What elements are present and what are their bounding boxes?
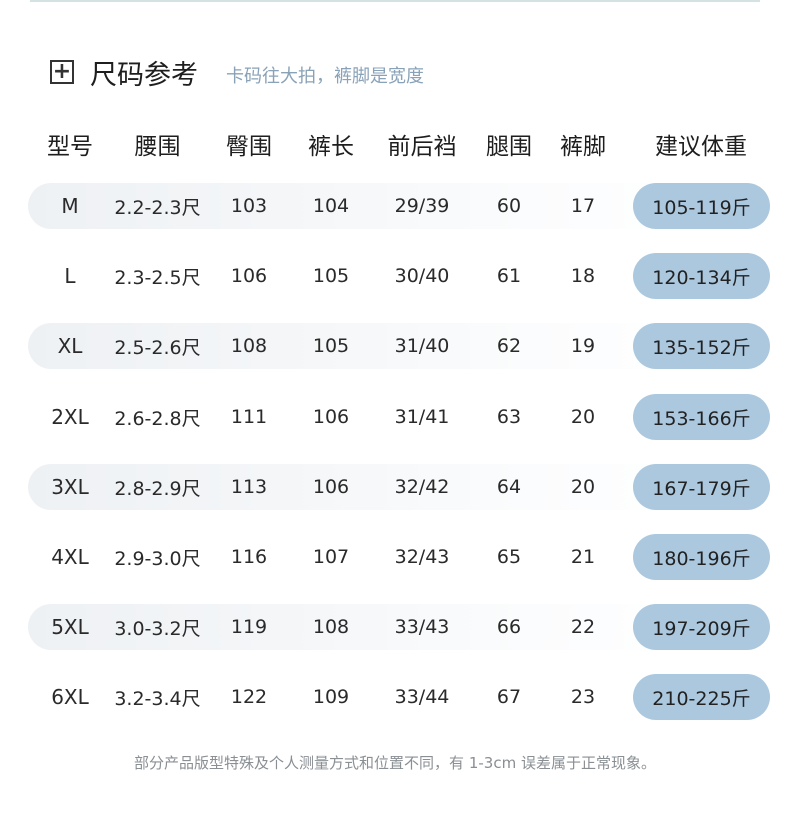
cell-waist: 2.3-2.5尺	[114, 266, 201, 289]
cell-waist: 2.6-2.8尺	[114, 407, 201, 430]
cell-waist: 2.9-3.0尺	[114, 547, 201, 570]
cell-weight-pill: 167-179斤	[633, 464, 770, 510]
column-header-hip: 臀围	[226, 134, 272, 160]
table-row: 4XL 2.9-3.0尺 116 107 32/43 65 21 180-196斤	[0, 534, 790, 580]
cell-thigh: 61	[496, 265, 522, 287]
cell-size: M	[61, 194, 79, 218]
cell-waist: 3.0-3.2尺	[114, 617, 201, 640]
cell-hem: 19	[570, 335, 596, 357]
column-header-length: 裤长	[308, 134, 354, 160]
cell-hip: 113	[230, 476, 268, 498]
cell-weight-pill: 180-196斤	[633, 534, 770, 580]
cell-thigh: 66	[496, 616, 522, 638]
cell-size: 6XL	[51, 685, 89, 709]
column-header-rise: 前后裆	[387, 134, 457, 160]
cell-thigh: 60	[496, 195, 522, 217]
table-row: 6XL 3.2-3.4尺 122 109 33/44 67 23 210-225斤	[0, 674, 790, 720]
cell-size: 5XL	[51, 615, 89, 639]
cell-thigh: 67	[496, 686, 522, 708]
footnote: 部分产品版型特殊及个人测量方式和位置不同，有 1-3cm 误差属于正常现象。	[134, 754, 656, 772]
cell-length: 107	[312, 546, 350, 568]
cell-hip: 116	[230, 546, 268, 568]
cell-waist: 2.5-2.6尺	[114, 336, 201, 359]
cell-length: 106	[312, 476, 350, 498]
cell-hip: 103	[230, 195, 268, 217]
cell-waist: 2.8-2.9尺	[114, 477, 201, 500]
cell-length: 104	[312, 195, 350, 217]
cell-waist: 3.2-3.4尺	[114, 687, 201, 710]
cell-rise: 29/39	[394, 195, 450, 217]
table-row: 3XL 2.8-2.9尺 113 106 32/42 64 20 167-179斤	[0, 464, 790, 510]
cell-weight-pill: 153-166斤	[633, 394, 770, 440]
table-row: M 2.2-2.3尺 103 104 29/39 60 17 105-119斤	[0, 183, 790, 229]
cell-thigh: 62	[496, 335, 522, 357]
plus-square-icon: +	[50, 60, 74, 84]
cell-weight-pill: 120-134斤	[633, 253, 770, 299]
cell-weight-pill: 105-119斤	[633, 183, 770, 229]
cell-length: 109	[312, 686, 350, 708]
cell-size: 3XL	[51, 475, 89, 499]
cell-rise: 33/43	[394, 616, 450, 638]
cell-hem: 18	[570, 265, 596, 287]
top-divider	[30, 0, 760, 2]
cell-hip: 111	[230, 406, 268, 428]
cell-weight-pill: 197-209斤	[633, 604, 770, 650]
cell-thigh: 64	[496, 476, 522, 498]
cell-length: 106	[312, 406, 350, 428]
cell-length: 105	[312, 265, 350, 287]
table-row: 5XL 3.0-3.2尺 119 108 33/43 66 22 197-209斤	[0, 604, 790, 650]
cell-size: L	[64, 264, 76, 288]
cell-hip: 106	[230, 265, 268, 287]
cell-size: 4XL	[51, 545, 89, 569]
cell-size: XL	[57, 334, 83, 358]
cell-length: 105	[312, 335, 350, 357]
cell-hem: 20	[570, 476, 596, 498]
cell-thigh: 63	[496, 406, 522, 428]
cell-length: 108	[312, 616, 350, 638]
cell-hem: 23	[570, 686, 596, 708]
cell-weight-pill: 135-152斤	[633, 323, 770, 369]
cell-waist: 2.2-2.3尺	[114, 196, 201, 219]
cell-rise: 32/42	[394, 476, 450, 498]
cell-hem: 21	[570, 546, 596, 568]
cell-hip: 108	[230, 335, 268, 357]
section-header: + 尺码参考 卡码往大拍，裤脚是宽度	[50, 50, 424, 94]
column-header-weight: 建议体重	[655, 134, 747, 160]
cell-size: 2XL	[51, 405, 89, 429]
column-header-thigh: 腿围	[486, 134, 532, 160]
cell-hem: 22	[570, 616, 596, 638]
table-header-row: 型号 腰围 臀围 裤长 前后裆 腿围 裤脚 建议体重	[0, 124, 790, 164]
cell-thigh: 65	[496, 546, 522, 568]
table-row: L 2.3-2.5尺 106 105 30/40 61 18 120-134斤	[0, 253, 790, 299]
cell-hem: 20	[570, 406, 596, 428]
cell-weight-pill: 210-225斤	[633, 674, 770, 720]
section-title: 尺码参考	[90, 59, 198, 91]
column-header-hem: 裤脚	[560, 134, 606, 160]
cell-rise: 30/40	[394, 265, 450, 287]
column-header-size: 型号	[47, 134, 93, 160]
cell-rise: 31/41	[394, 406, 450, 428]
cell-rise: 33/44	[394, 686, 450, 708]
section-subtitle: 卡码往大拍，裤脚是宽度	[226, 66, 424, 87]
table-row: 2XL 2.6-2.8尺 111 106 31/41 63 20 153-166斤	[0, 394, 790, 440]
cell-rise: 32/43	[394, 546, 450, 568]
column-header-waist: 腰围	[134, 134, 181, 160]
cell-hip: 119	[230, 616, 268, 638]
cell-rise: 31/40	[394, 335, 450, 357]
cell-hip: 122	[230, 686, 268, 708]
cell-hem: 17	[570, 195, 596, 217]
table-row: XL 2.5-2.6尺 108 105 31/40 62 19 135-152斤	[0, 323, 790, 369]
